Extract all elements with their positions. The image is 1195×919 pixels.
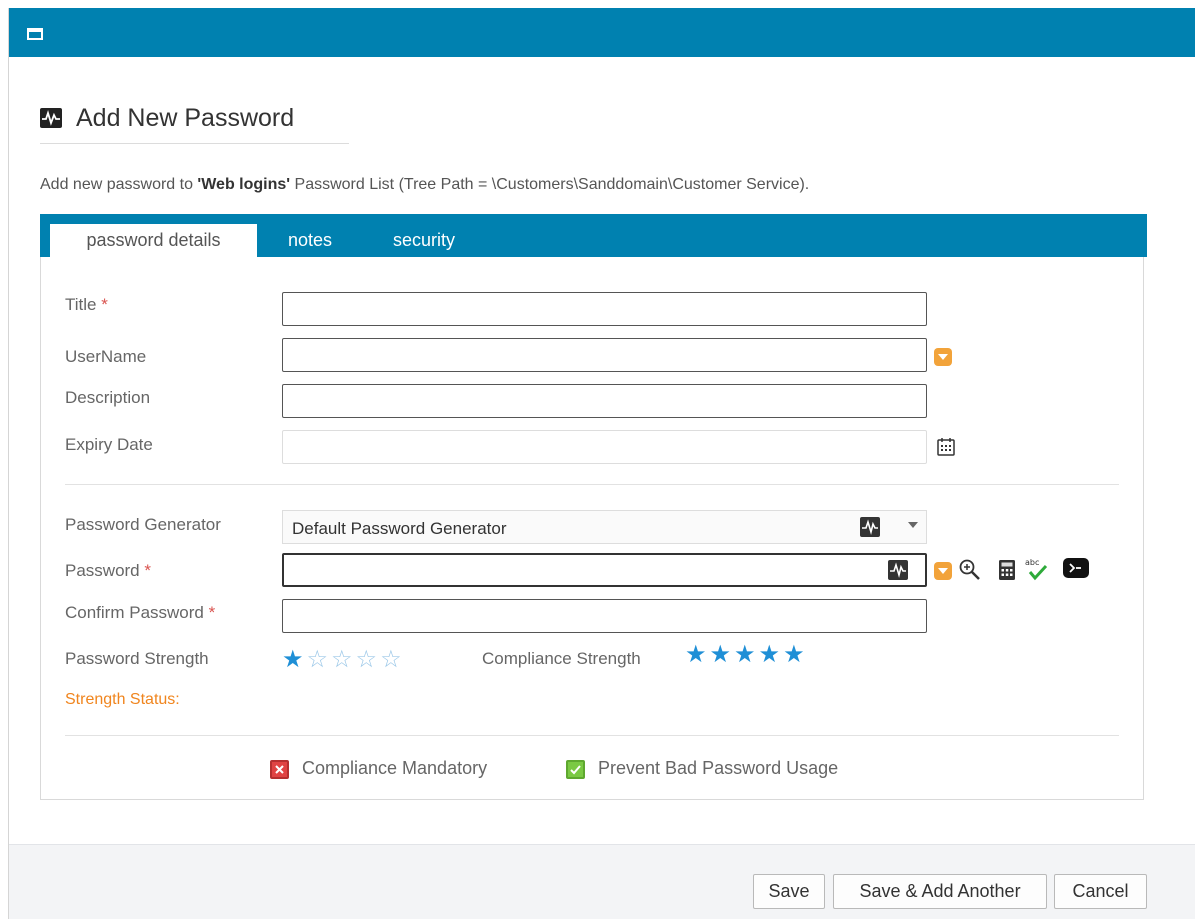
password-label: Password *: [65, 561, 151, 581]
confirm-label-text: Confirm Password: [65, 603, 204, 622]
spell-check-icon[interactable]: abc: [1024, 556, 1048, 581]
add-password-dialog: Add New Password Add new password to 'We…: [8, 8, 1195, 919]
compliance-mandatory-label: Compliance Mandatory: [302, 758, 488, 778]
compliance-strength-star-icon: ★: [709, 641, 735, 668]
password-input[interactable]: [282, 553, 927, 587]
password-strength-star-icon: ★: [282, 646, 307, 673]
strength-status: Strength Status:: [65, 691, 180, 708]
tab-password-details[interactable]: password details: [50, 224, 257, 257]
title-label-text: Title: [65, 295, 97, 314]
prevent-bad-password-label: Prevent Bad Password Usage: [598, 758, 839, 778]
section-divider: [65, 735, 1119, 736]
intro-list-name: 'Web logins': [197, 176, 291, 193]
cancel-button[interactable]: Cancel: [1054, 874, 1147, 909]
generator-label: Password Generator: [65, 515, 221, 534]
save-add-another-button[interactable]: Save & Add Another: [833, 874, 1047, 909]
svg-text:abc: abc: [1025, 558, 1039, 567]
required-mark: *: [208, 603, 216, 622]
generator-pulse-icon: [860, 517, 880, 537]
compliance-strength-stars: ★★★★★: [685, 640, 808, 669]
generator-value: Default Password Generator: [292, 519, 507, 538]
terminal-icon[interactable]: [1062, 557, 1090, 579]
prevent-bad-password-checkbox[interactable]: [566, 760, 585, 779]
confirm-password-input[interactable]: [282, 599, 927, 633]
section-divider: [65, 484, 1119, 485]
page-title: Add New Password: [40, 102, 349, 144]
pulse-icon: [40, 108, 62, 128]
password-strength-star-icon: ☆: [306, 646, 332, 673]
window-icon: [27, 28, 43, 40]
generator-select[interactable]: Default Password Generator: [282, 510, 927, 544]
tab-notes[interactable]: notes: [272, 224, 348, 257]
compliance-strength-star-icon: ★: [783, 641, 808, 668]
intro-prefix: Add new password to: [40, 176, 198, 193]
generate-password-icon[interactable]: [888, 560, 908, 580]
password-label-text: Password: [65, 561, 140, 580]
calendar-icon[interactable]: [936, 437, 958, 459]
password-strength-label: Password Strength: [65, 649, 209, 668]
dialog-titlebar: [9, 8, 1195, 57]
required-mark: *: [144, 561, 151, 580]
username-input[interactable]: [282, 338, 927, 372]
compliance-strength-star-icon: ★: [685, 641, 710, 668]
title-input[interactable]: [282, 292, 927, 326]
compliance-strength-label: Compliance Strength: [482, 649, 641, 668]
calculator-icon[interactable]: [998, 559, 1020, 581]
zoom-icon[interactable]: [958, 558, 980, 580]
tab-bar: password details notes security: [40, 214, 1147, 257]
password-strength-star-icon: ☆: [355, 646, 381, 673]
title-label: Title *: [65, 295, 108, 315]
expiry-date-label: Expiry Date: [65, 435, 153, 454]
password-strength-stars: ★☆☆☆☆: [282, 645, 405, 674]
expiry-date-input[interactable]: [282, 430, 927, 464]
save-button[interactable]: Save: [753, 874, 825, 909]
password-dropdown-icon[interactable]: [934, 562, 952, 580]
description-label: Description: [65, 388, 151, 407]
password-strength-star-icon: ☆: [331, 646, 356, 673]
intro-suffix: Password List (Tree Path = \Customers\Sa…: [290, 176, 810, 193]
compliance-strength-star-icon: ★: [758, 641, 784, 668]
required-mark: *: [101, 295, 108, 314]
page-title-text: Add New Password: [76, 104, 295, 132]
password-details-panel: Title * UserName Description Expiry Date…: [40, 257, 1144, 800]
tab-security[interactable]: security: [378, 224, 470, 257]
compliance-mandatory-checkbox[interactable]: [270, 760, 289, 779]
confirm-password-label: Confirm Password *: [65, 603, 215, 623]
username-generate-icon[interactable]: [934, 348, 952, 366]
compliance-strength-star-icon: ★: [734, 641, 759, 668]
password-strength-star-icon: ☆: [380, 646, 405, 673]
description-input[interactable]: [282, 384, 927, 418]
username-label: UserName: [65, 347, 147, 366]
chevron-down-icon[interactable]: [908, 522, 918, 528]
dialog-footer: Save Save & Add Another Cancel: [9, 844, 1195, 919]
intro-text: Add new password to 'Web logins' Passwor…: [40, 176, 809, 194]
